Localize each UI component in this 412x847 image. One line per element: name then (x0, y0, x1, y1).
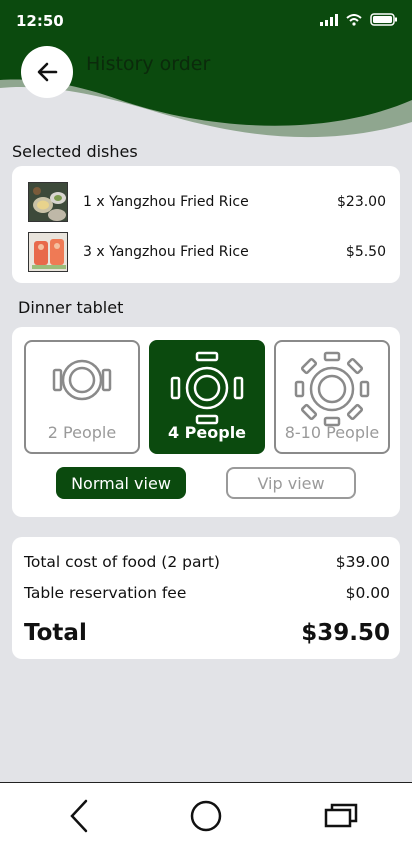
table-option-2-people[interactable]: 2 People (24, 340, 140, 454)
total-label: Total (24, 620, 87, 646)
chevron-left-icon (70, 799, 88, 833)
table-4-people-icon (170, 351, 244, 425)
table-8-10-people-icon (294, 351, 370, 427)
total-value: $39.50 (301, 620, 390, 646)
table-option-label: 4 People (167, 423, 247, 442)
home-circle-icon (190, 800, 222, 832)
table-2-people-icon (52, 359, 112, 401)
system-nav-bar (0, 782, 412, 847)
arrow-left-icon (37, 62, 58, 82)
food-cost-label: Total cost of food (2 part) (24, 553, 220, 571)
nav-home-button[interactable] (186, 797, 226, 835)
back-button[interactable] (21, 46, 73, 98)
reservation-fee-value: $0.00 (345, 584, 390, 602)
list-item[interactable]: 3 x Yangzhou Fried Rice $5.50 (28, 232, 386, 272)
table-option-4-people[interactable]: 4 People (149, 340, 265, 454)
table-option-label: 8-10 People (284, 423, 380, 442)
dish-price: $23.00 (337, 194, 386, 210)
list-item[interactable]: 1 x Yangzhou Fried Rice $23.00 (28, 182, 386, 222)
dish-image (28, 232, 68, 272)
dish-name: 1 x Yangzhou Fried Rice (83, 194, 249, 210)
dish-image (28, 182, 68, 222)
vip-view-button[interactable]: Vip view (226, 467, 356, 499)
dinner-table-card: 2 People 4 People 8-10 People Normal vie… (12, 327, 400, 517)
dish-price: $5.50 (345, 244, 386, 260)
status-icons (320, 13, 398, 26)
dish-name: 3 x Yangzhou Fried Rice (83, 244, 249, 260)
table-option-label: 2 People (47, 423, 117, 442)
reservation-fee-label: Table reservation fee (24, 584, 187, 602)
status-time: 12:50 (16, 12, 64, 30)
nav-recents-button[interactable] (320, 797, 360, 835)
nav-back-button[interactable] (60, 797, 100, 835)
total-row: Total $39.50 (24, 620, 390, 646)
page-title: History order (86, 53, 211, 75)
signal-icon (320, 13, 338, 26)
wifi-icon (346, 13, 362, 26)
dinner-table-label: Dinner tablet (18, 298, 124, 317)
selected-dishes-label: Selected dishes (12, 142, 138, 161)
recents-icon (324, 803, 358, 828)
reservation-fee-row: Table reservation fee $0.00 (24, 584, 390, 602)
food-cost-row: Total cost of food (2 part) $39.00 (24, 553, 390, 571)
status-bar: 12:50 (0, 0, 412, 40)
normal-view-button[interactable]: Normal view (56, 467, 186, 499)
table-option-8-10-people[interactable]: 8-10 People (274, 340, 390, 454)
battery-icon (370, 13, 397, 26)
food-cost-value: $39.00 (335, 553, 390, 571)
selected-dishes-card: 1 x Yangzhou Fried Rice $23.00 3 x Yangz… (12, 166, 400, 283)
summary-card: Total cost of food (2 part) $39.00 Table… (12, 537, 400, 659)
